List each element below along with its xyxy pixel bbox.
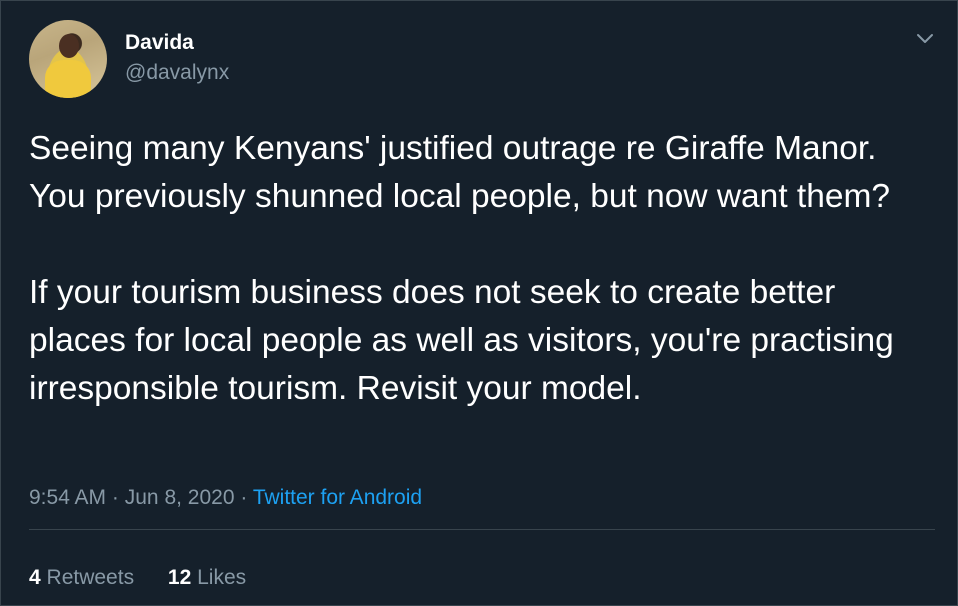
tweet-source-link[interactable]: Twitter for Android [253,486,422,509]
avatar-body-shape [45,60,91,98]
tweet-paragraph: Seeing many Kenyans' justified outrage r… [29,130,891,215]
tweet-card: Davida @davalynx Seeing many Kenyans' ju… [0,0,958,606]
likes-stat[interactable]: 12 Likes [168,565,246,591]
tweet-stats: 4 Retweets 12 Likes [29,565,274,591]
likes-count: 12 [167,566,192,589]
retweets-label: Retweets [46,566,135,589]
meta-separator: · [111,486,119,509]
likes-label: Likes [197,566,247,589]
tweet-date[interactable]: Jun 8, 2020 [125,486,235,509]
tweet-paragraph: If your tourism business does not seek t… [29,274,894,407]
author-handle[interactable]: @davalynx [125,61,229,85]
divider [29,529,935,530]
retweets-count: 4 [29,566,41,589]
avatar-face-shape [59,34,79,58]
tweet-time[interactable]: 9:54 AM [29,486,106,509]
avatar[interactable] [29,20,107,98]
tweet-metadata: 9:54 AM · Jun 8, 2020 · Twitter for Andr… [29,485,422,511]
author-display-name[interactable]: Davida [125,31,194,55]
meta-separator: · [240,486,248,509]
retweets-stat[interactable]: 4 Retweets [29,565,134,591]
tweet-text: Seeing many Kenyans' justified outrage r… [29,125,934,413]
chevron-down-icon[interactable] [913,29,937,49]
